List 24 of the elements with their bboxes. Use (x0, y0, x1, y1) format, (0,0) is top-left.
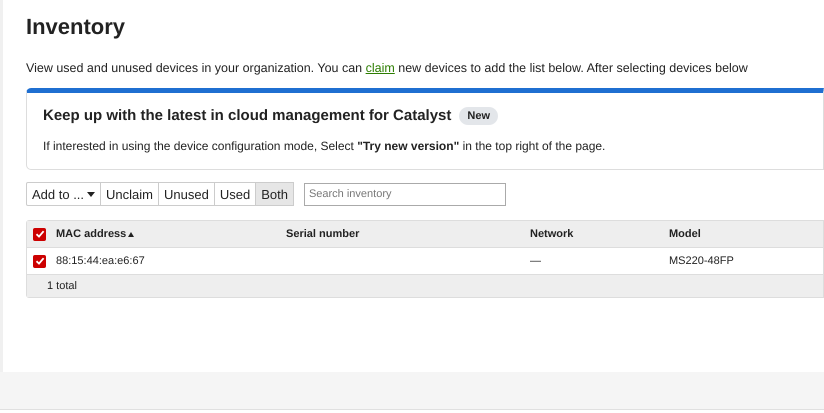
new-badge: New (459, 106, 498, 126)
filter-button[interactable]: Unused (159, 182, 215, 206)
checkbox[interactable] (33, 228, 46, 241)
filter-button[interactable]: Both (256, 182, 294, 206)
total-count: 1 total (47, 279, 77, 294)
column-header[interactable]: Model (669, 226, 819, 242)
column-header[interactable]: Serial number (286, 226, 530, 242)
filter-button[interactable]: Used (214, 182, 256, 206)
sort-icon (128, 232, 134, 237)
page-title: Inventory (26, 13, 126, 41)
claim-link[interactable]: claim (366, 61, 395, 75)
checkbox[interactable] (33, 254, 46, 268)
table-cell: — (530, 255, 541, 267)
search-field[interactable]: Search inventory (304, 182, 506, 206)
caret-icon (87, 192, 96, 197)
column-header[interactable]: Network (530, 226, 669, 242)
add-to-dropdown[interactable]: Add to ... (26, 182, 102, 206)
banner-text: If interested in using the device configuration mode, Select "Try new version" in the top right of the page. (43, 138, 606, 156)
table-cell: 88:15:44:ea:e6:67 (56, 255, 145, 267)
intro-text: View used and unused devices in your organization. You can claim new devices to add the list below. After selecting devices below (26, 60, 749, 77)
filter-button[interactable]: Unclaim (101, 182, 160, 206)
column-header[interactable]: MAC address (56, 226, 286, 242)
banner-title: Keep up with the latest in cloud management for Catalyst (43, 106, 452, 126)
table-cell: MS220-48FP (669, 255, 734, 267)
